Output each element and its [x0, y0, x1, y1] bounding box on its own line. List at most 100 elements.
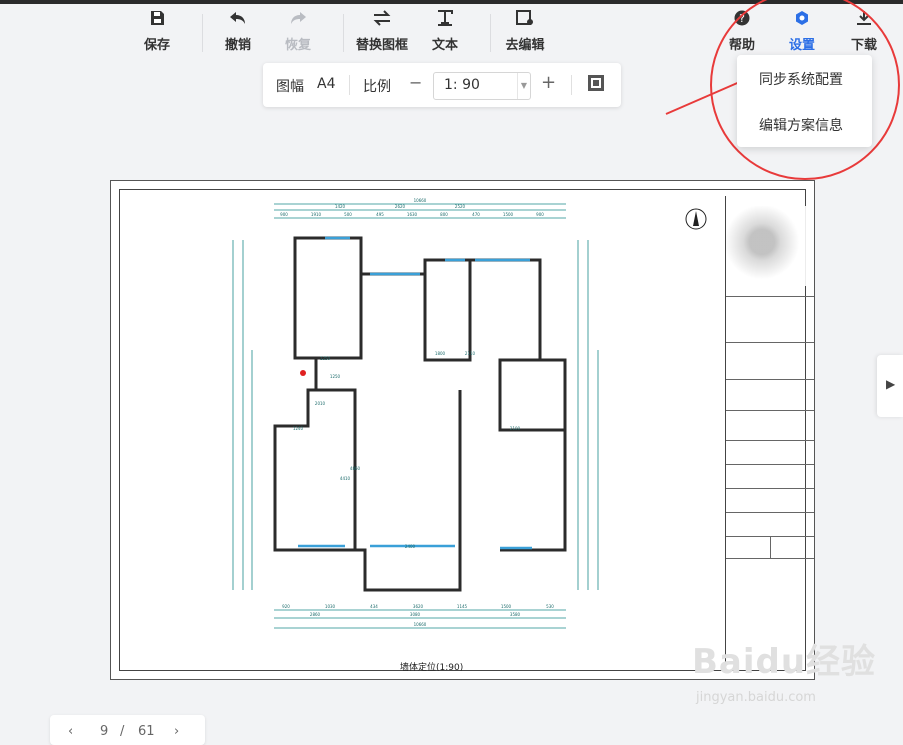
svg-text:?: ? — [739, 12, 745, 25]
title-block-row — [726, 296, 814, 297]
fit-view-icon[interactable] — [587, 74, 605, 96]
download-label: 下载 — [850, 38, 877, 53]
title-block-row — [726, 464, 814, 465]
dimension-label: 1630 — [407, 212, 418, 217]
settings-dropdown-menu: 同步系统配置 编辑方案信息 — [737, 55, 872, 147]
scalebar-divider — [571, 75, 572, 95]
dimension-label: 2520 — [455, 204, 466, 209]
dimension-label: 3620 — [413, 604, 424, 609]
title-block — [725, 196, 814, 666]
title-block-row — [726, 410, 814, 411]
scale-value: 1: 90 — [444, 77, 480, 93]
text-tool-icon — [417, 10, 473, 32]
toolbar-divider — [343, 14, 344, 52]
company-logo — [726, 206, 806, 286]
download-button[interactable]: 下载 — [836, 10, 892, 56]
title-block-row — [726, 379, 814, 380]
dimension-label: 920 — [282, 604, 290, 609]
page-separator: / — [120, 724, 125, 739]
paper-size-label: 图幅 — [276, 79, 304, 95]
dimension-label: 3080 — [410, 612, 421, 617]
dimension-label: 1145 — [457, 604, 468, 609]
swap-arrows-icon — [354, 10, 410, 32]
menu-item-sync-system-config[interactable]: 同步系统配置 — [759, 69, 843, 89]
drawing-sheet: 10660 10660 1420 2620 2520 900 1910 500 495 1630 8… — [110, 180, 815, 680]
dimension-label: 2620 — [395, 204, 406, 209]
dimension-label: 470 — [472, 212, 480, 217]
dimension-label: 1500 — [501, 604, 512, 609]
toolbar-divider — [490, 14, 491, 52]
floppy-disk-icon — [129, 10, 185, 32]
text-button[interactable]: 文本 — [417, 10, 473, 56]
dimension-label: 1030 — [325, 604, 336, 609]
scalebar-divider — [349, 75, 350, 95]
total-pages: 61 — [138, 724, 155, 739]
scale-select[interactable]: 1: 90 ▼ — [433, 72, 531, 100]
replace-frame-label: 替换图框 — [355, 38, 408, 53]
prev-page-button[interactable]: ‹ — [68, 724, 73, 739]
chevron-down-icon[interactable]: ▼ — [517, 73, 530, 99]
dimension-label: 434 — [370, 604, 378, 609]
go-edit-button[interactable]: 去编辑 — [497, 10, 553, 56]
dimension-label: 3580 — [510, 612, 521, 617]
help-button[interactable]: ? 帮助 — [714, 10, 770, 56]
dimension-label: 10660 — [414, 198, 427, 203]
right-panel-toggle[interactable]: ▶ — [877, 355, 903, 417]
floor-plan-drawing: 10660 10660 1420 2620 2520 900 1910 500 495 1630 8… — [232, 198, 599, 629]
edit-window-icon — [497, 10, 553, 32]
dimension-label: 10660 — [414, 622, 427, 627]
dimension-label: 1250 — [330, 374, 341, 379]
dimension-label: 2100 — [510, 426, 521, 431]
scale-increase-button[interactable]: + — [541, 72, 556, 93]
redo-arrow-icon — [270, 10, 326, 32]
dimension-label: 2010 — [315, 401, 326, 406]
question-circle-icon: ? — [714, 10, 770, 32]
replace-frame-button[interactable]: 替换图框 — [354, 10, 410, 56]
north-arrow-icon — [685, 208, 707, 230]
page-navigator: ‹ 9 / 61 › — [50, 715, 205, 745]
dimension-label: 800 — [440, 212, 448, 217]
redo-label: 恢复 — [284, 38, 311, 53]
chevron-right-icon: ▶ — [886, 377, 896, 391]
dimension-label: 530 — [546, 604, 554, 609]
redo-button[interactable]: 恢复 — [270, 10, 326, 56]
paper-size-value[interactable]: A4 — [317, 76, 335, 92]
drawing-frame: 10660 10660 1420 2620 2520 900 1910 500 495 1630 8… — [119, 189, 814, 673]
scale-label: 比例 — [363, 79, 391, 95]
drawing-caption: 墙体定位(1:90) — [400, 663, 464, 673]
settings-label: 设置 — [788, 38, 815, 53]
dimension-label: 4860 — [350, 466, 361, 471]
title-block-row — [726, 440, 814, 441]
save-button[interactable]: 保存 — [129, 10, 185, 56]
dimension-label: 495 — [376, 212, 384, 217]
dimension-label: 2110 — [465, 351, 476, 356]
dimension-label: 2860 — [310, 612, 321, 617]
title-block-row — [726, 488, 814, 489]
undo-button[interactable]: 撤销 — [210, 10, 266, 56]
download-icon — [836, 10, 892, 32]
undo-label: 撤销 — [224, 38, 251, 53]
menu-item-edit-plan-info[interactable]: 编辑方案信息 — [759, 115, 843, 135]
go-edit-label: 去编辑 — [505, 38, 545, 53]
title-block-row — [726, 512, 814, 513]
settings-button[interactable]: 设置 — [774, 10, 830, 56]
dimension-label: 900 — [280, 212, 288, 217]
dimension-label: 4410 — [340, 476, 351, 481]
dimension-label: 900 — [536, 212, 544, 217]
dimension-label: 1800 — [435, 351, 446, 356]
help-label: 帮助 — [728, 38, 755, 53]
dimension-label: 1910 — [311, 212, 322, 217]
next-page-button[interactable]: › — [174, 724, 179, 739]
undo-arrow-icon — [210, 10, 266, 32]
scale-decrease-button[interactable]: − — [409, 73, 422, 92]
title-block-row — [726, 558, 814, 559]
current-page: 9 — [100, 724, 109, 739]
dimension-label: 1420 — [335, 204, 346, 209]
gear-icon — [774, 10, 830, 32]
toolbar: 保存 撤销 恢复 替换图框 文本 去编辑 ? 帮助 设置 下载 — [0, 4, 903, 60]
paper-scale-bar: 图幅 A4 比例 − 1: 90 ▼ + — [263, 63, 621, 107]
dimension-label: 1500 — [503, 212, 514, 217]
save-label: 保存 — [143, 38, 170, 53]
toolbar-divider — [202, 14, 203, 52]
title-block-row — [726, 342, 814, 343]
